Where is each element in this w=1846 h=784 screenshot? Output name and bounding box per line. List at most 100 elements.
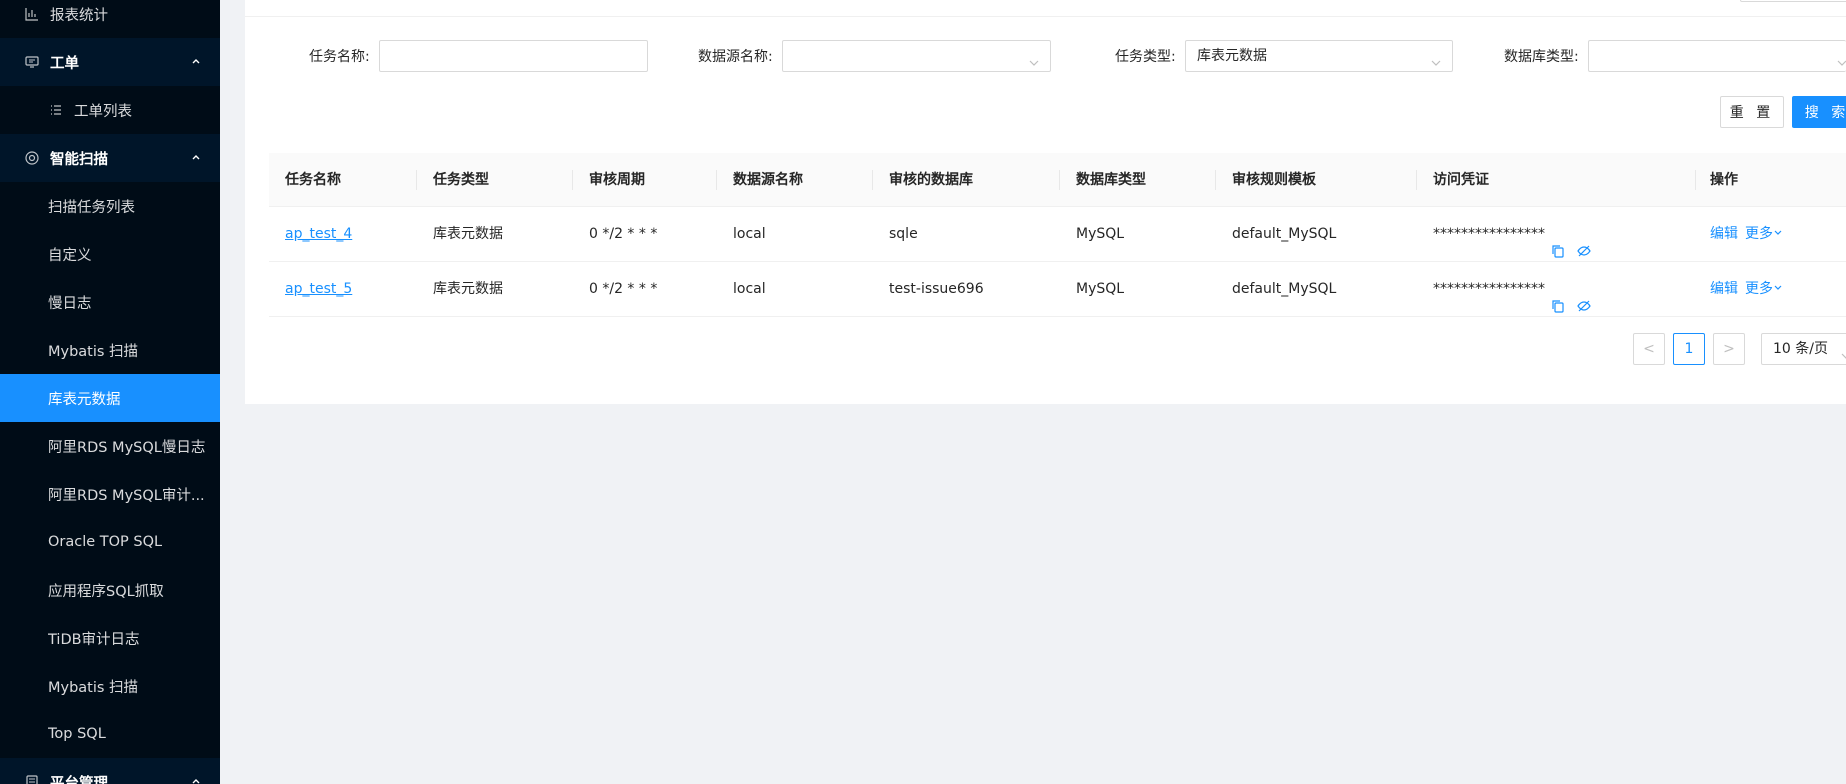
task-type-cell: 库表元数据	[433, 281, 503, 297]
sidebar-item-label: 阿里RDS MySQL审计...	[48, 487, 205, 504]
sidebar-group-label: 智能扫描	[50, 151, 108, 168]
sidebar-item-top-sql[interactable]: Top SQL	[0, 710, 220, 758]
bar-chart-icon	[24, 6, 40, 22]
column-header: 任务类型	[433, 172, 489, 188]
column-header: 审核周期	[589, 172, 645, 188]
datasource-label: 数据源名称:	[698, 49, 773, 65]
sidebar-item-custom[interactable]: 自定义	[0, 230, 220, 278]
task-type-select-value: 库表元数据	[1197, 48, 1267, 64]
task-name-link[interactable]: ap_test_5	[285, 262, 352, 317]
database-cell: test-issue696	[889, 281, 984, 297]
sidebar-item-app-sql-capture[interactable]: 应用程序SQL抓取	[0, 566, 220, 614]
sidebar-item-ali-rds-slow-log[interactable]: 阿里RDS MySQL慢日志	[0, 422, 220, 470]
task-name-label: 任务名称:	[309, 49, 370, 65]
pagination-prev-button[interactable]: <	[1633, 333, 1665, 365]
top-action-button[interactable]	[1740, 0, 1846, 2]
sidebar-item-mybatis-scan[interactable]: Mybatis 扫描	[0, 326, 220, 374]
eye-invisible-icon[interactable]	[1577, 282, 1591, 312]
sidebar-item-label: 扫描任务列表	[48, 199, 135, 216]
more-dropdown[interactable]: 更多	[1745, 262, 1783, 317]
chevron-down-icon	[1028, 50, 1040, 66]
column-divider	[872, 170, 873, 190]
sidebar-group-label: 平台管理	[50, 775, 108, 784]
column-divider	[416, 170, 417, 190]
copy-icon[interactable]	[1551, 282, 1565, 313]
column-header: 审核规则模板	[1232, 172, 1316, 188]
search-button[interactable]: 搜 索	[1792, 96, 1846, 128]
column-divider	[716, 170, 717, 190]
chevron-up-icon	[190, 775, 202, 784]
more-label: 更多	[1745, 226, 1773, 242]
database-cell: sqle	[889, 226, 918, 242]
cron-cell: 0 */2 * * *	[589, 226, 658, 242]
column-header: 数据库类型	[1076, 172, 1146, 188]
more-dropdown[interactable]: 更多	[1745, 207, 1783, 262]
sidebar-group-smart-scan[interactable]: 智能扫描	[0, 134, 220, 182]
copy-icon[interactable]	[1551, 227, 1565, 258]
reset-button[interactable]: 重 置	[1720, 96, 1784, 128]
sidebar-item-slow-log[interactable]: 慢日志	[0, 278, 220, 326]
sidebar-item-label: 慢日志	[48, 295, 92, 312]
template-cell: default_MySQL	[1232, 226, 1337, 242]
task-type-cell: 库表元数据	[433, 226, 503, 242]
column-header: 访问凭证	[1433, 172, 1489, 188]
sidebar-item-ali-rds-audit[interactable]: 阿里RDS MySQL审计...	[0, 470, 220, 518]
column-header: 审核的数据库	[889, 172, 973, 188]
table-header: 任务名称 任务类型 审核周期 数据源名称 审核的数据库 数据库类型 审核规则模板…	[269, 153, 1846, 207]
sidebar-item-label: Mybatis 扫描	[48, 343, 139, 360]
template-cell: default_MySQL	[1232, 281, 1337, 297]
sidebar-item-label: 阿里RDS MySQL慢日志	[48, 439, 206, 456]
task-type-select[interactable]: 库表元数据	[1185, 40, 1453, 72]
divider	[245, 16, 1846, 17]
sidebar-item-label: Top SQL	[48, 726, 106, 742]
sidebar-item-label: 库表元数据	[48, 391, 121, 408]
column-divider	[1215, 170, 1216, 190]
chevron-down-icon	[1430, 50, 1442, 66]
sidebar-item-mybatis-scan-2[interactable]: Mybatis 扫描	[0, 662, 220, 710]
credential-cell: ****************	[1433, 207, 1591, 262]
sidebar-item-ticket-list[interactable]: 工单列表	[0, 86, 220, 134]
sidebar-item-scan-task-list[interactable]: 扫描任务列表	[0, 182, 220, 230]
pagination-next-button[interactable]: >	[1713, 333, 1745, 365]
task-name-link[interactable]: ap_test_4	[285, 207, 352, 262]
sidebar-item-tidb-audit-log[interactable]: TiDB审计日志	[0, 614, 220, 662]
chevron-down-icon	[1836, 50, 1846, 66]
edit-link[interactable]: 编辑	[1710, 207, 1738, 262]
db-type-cell: MySQL	[1076, 281, 1125, 297]
chevron-up-icon	[190, 55, 202, 67]
column-header: 任务名称	[285, 172, 341, 188]
sidebar-group-platform[interactable]: 平台管理	[0, 758, 220, 784]
platform-icon	[24, 774, 40, 784]
monitor-icon	[24, 54, 40, 70]
sidebar-group-ticket[interactable]: 工单	[0, 38, 220, 86]
db-type-select[interactable]	[1588, 40, 1846, 72]
datasource-select[interactable]	[782, 40, 1051, 72]
page-size-select[interactable]: 10 条/页	[1761, 333, 1846, 365]
sidebar-item-oracle-top-sql[interactable]: Oracle TOP SQL	[0, 518, 220, 566]
column-header: 操作	[1710, 172, 1738, 188]
edit-link[interactable]: 编辑	[1710, 262, 1738, 317]
list-icon	[48, 102, 64, 118]
sidebar-item-table-metadata[interactable]: 库表元数据	[0, 374, 220, 422]
sidebar-item-label: 自定义	[48, 247, 92, 264]
sidebar-item-report-stats[interactable]: 报表统计	[0, 0, 220, 38]
more-label: 更多	[1745, 281, 1773, 297]
sidebar-item-label: 工单列表	[74, 103, 132, 120]
chevron-down-icon	[1773, 207, 1783, 262]
sidebar: 报表统计 工单 工单列表 智能扫描 扫描任务列表 自定义 慢日志 Mybatis	[0, 0, 220, 784]
column-divider	[1695, 170, 1696, 190]
eye-invisible-icon[interactable]	[1577, 227, 1591, 257]
credential-masked: ****************	[1433, 226, 1545, 242]
sidebar-item-label: TiDB审计日志	[48, 631, 140, 648]
datasource-cell: local	[733, 281, 766, 297]
column-divider	[572, 170, 573, 190]
sidebar-item-label: Oracle TOP SQL	[48, 534, 163, 550]
scan-icon	[24, 150, 40, 166]
sidebar-group-label: 工单	[50, 55, 79, 72]
table-row: ap_test_5 库表元数据 0 */2 * * * local test-i…	[269, 262, 1846, 317]
sidebar-item-label: 应用程序SQL抓取	[48, 583, 164, 600]
db-type-cell: MySQL	[1076, 226, 1125, 242]
pagination-page-1[interactable]: 1	[1673, 333, 1705, 365]
column-header: 数据源名称	[733, 172, 803, 188]
task-name-input[interactable]	[379, 40, 648, 72]
